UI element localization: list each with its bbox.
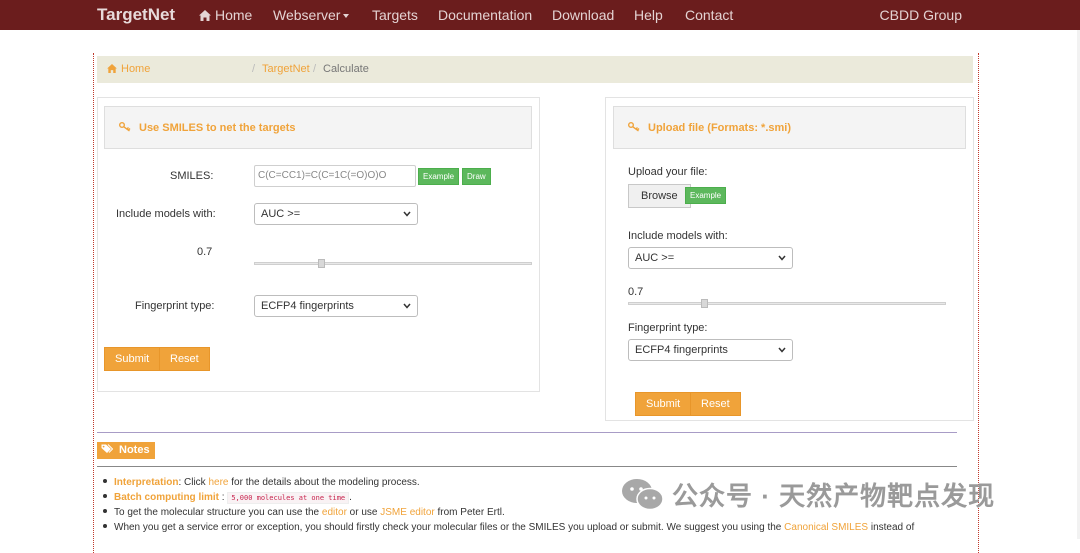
note-interpretation: Interpretation: Click here for the detai… bbox=[103, 477, 420, 488]
key-icon bbox=[119, 122, 131, 132]
nav-home[interactable]: Home bbox=[199, 7, 252, 23]
threshold-slider[interactable] bbox=[254, 262, 532, 265]
nav-contact[interactable]: Contact bbox=[685, 7, 733, 23]
brand-logo[interactable]: TargetNet bbox=[97, 5, 175, 25]
key-icon bbox=[628, 122, 640, 132]
smiles-panel-title: Use SMILES to net the targets bbox=[119, 122, 295, 134]
upload-models-label: Include models with: bbox=[628, 230, 728, 242]
smiles-example-button[interactable]: Example bbox=[418, 168, 460, 185]
note-text: instead of bbox=[868, 522, 915, 533]
upload-label: Upload your file: bbox=[628, 166, 708, 178]
upload-fingerprint-select[interactable]: ECFP4 fingerprints bbox=[628, 339, 793, 361]
divider bbox=[97, 466, 957, 467]
watermark-text: 公众号 · 天然产物靶点发现 bbox=[672, 481, 996, 511]
tags-icon bbox=[101, 444, 113, 453]
chevron-down-icon bbox=[778, 255, 786, 261]
watermark: 公众号 · 天然产物靶点发现 bbox=[620, 476, 995, 513]
canonical-smiles-link[interactable]: Canonical SMILES bbox=[784, 522, 868, 533]
upload-models-select-value: AUC >= bbox=[635, 252, 675, 264]
chevron-down-icon bbox=[778, 347, 786, 353]
note-batch-limit: Batch computing limit : 5,000 molecules … bbox=[103, 492, 352, 504]
notes-heading: Notes bbox=[97, 442, 155, 459]
upload-threshold-slider-handle[interactable] bbox=[701, 299, 709, 308]
bullet bbox=[103, 509, 107, 513]
breadcrumb-separator: / bbox=[313, 63, 317, 75]
note-interpretation-key: Interpretation bbox=[114, 477, 179, 488]
upload-example-button[interactable]: Example bbox=[685, 187, 727, 204]
divider bbox=[97, 432, 957, 433]
breadcrumb: Home / TargetNet / Calculate bbox=[97, 56, 973, 83]
breadcrumb-home-label: Home bbox=[121, 63, 151, 75]
fingerprint-select-value: ECFP4 fingerprints bbox=[261, 300, 354, 312]
home-icon bbox=[107, 64, 117, 73]
bullet bbox=[103, 494, 107, 498]
bullet bbox=[103, 479, 107, 483]
fingerprint-select[interactable]: ECFP4 fingerprints bbox=[254, 295, 418, 317]
nav-webserver-label: Webserver bbox=[273, 7, 341, 23]
threshold-slider-handle[interactable] bbox=[317, 259, 325, 268]
smiles-label: SMILES: bbox=[170, 170, 214, 182]
note-text: When you get a service error or exceptio… bbox=[114, 522, 785, 533]
smiles-submit-button[interactable]: Submit bbox=[104, 347, 161, 371]
nav-cbdd-group[interactable]: CBDD Group bbox=[880, 7, 962, 23]
nav-targets[interactable]: Targets bbox=[372, 7, 418, 23]
notes-heading-text: Notes bbox=[119, 444, 150, 456]
chevron-down-icon bbox=[403, 303, 411, 309]
note-text: for the details about the modeling proce… bbox=[228, 477, 420, 488]
nav-download[interactable]: Download bbox=[552, 7, 614, 23]
note-text: or use bbox=[346, 507, 381, 518]
models-select-value: AUC >= bbox=[261, 208, 301, 220]
smiles-input[interactable]: C(C=CC1)=C(C=1C(=O)O)O bbox=[254, 165, 416, 187]
caret-down-icon bbox=[343, 14, 350, 19]
smiles-panel-title-text: Use SMILES to net the targets bbox=[139, 122, 296, 134]
nav-home-label: Home bbox=[215, 7, 253, 23]
draw-button[interactable]: Draw bbox=[462, 168, 491, 185]
breadcrumb-current: Calculate bbox=[323, 63, 369, 75]
models-select[interactable]: AUC >= bbox=[254, 203, 418, 225]
note-text: To get the molecular structure you can u… bbox=[114, 507, 322, 518]
upload-fingerprint-select-value: ECFP4 fingerprints bbox=[635, 344, 728, 356]
breadcrumb-home[interactable]: Home bbox=[107, 63, 150, 75]
bullet bbox=[103, 524, 107, 528]
chevron-down-icon bbox=[403, 211, 411, 217]
upload-panel-title: Upload file (Formats: *.smi) bbox=[628, 122, 791, 134]
nav-webserver[interactable]: Webserver bbox=[273, 7, 350, 23]
here-link[interactable]: here bbox=[208, 477, 228, 488]
upload-fingerprint-label: Fingerprint type: bbox=[628, 322, 708, 334]
models-label: Include models with: bbox=[116, 208, 216, 220]
upload-submit-button[interactable]: Submit bbox=[635, 392, 692, 416]
home-icon bbox=[199, 10, 211, 21]
smiles-reset-button[interactable]: Reset bbox=[159, 347, 210, 371]
upload-panel-title-text: Upload file (Formats: *.smi) bbox=[648, 122, 792, 134]
jsme-editor-link[interactable]: JSME editor bbox=[380, 507, 434, 518]
note-text: . bbox=[349, 492, 352, 503]
breadcrumb-separator: / bbox=[252, 63, 256, 75]
note-editor: To get the molecular structure you can u… bbox=[103, 507, 505, 518]
nav-help[interactable]: Help bbox=[634, 7, 663, 23]
breadcrumb-targetnet[interactable]: TargetNet bbox=[262, 63, 310, 75]
browse-button[interactable]: Browse bbox=[628, 184, 691, 208]
note-batch-limit-key: Batch computing limit bbox=[114, 492, 219, 503]
upload-models-select[interactable]: AUC >= bbox=[628, 247, 793, 269]
wechat-icon bbox=[622, 479, 664, 511]
editor-link[interactable]: editor bbox=[322, 507, 347, 518]
fingerprint-label: Fingerprint type: bbox=[135, 300, 215, 312]
note-text: from Peter Ertl. bbox=[434, 507, 505, 518]
upload-threshold-slider[interactable] bbox=[628, 302, 946, 305]
upload-reset-button[interactable]: Reset bbox=[690, 392, 741, 416]
navbar: TargetNet Home Webserver Targets Documen… bbox=[0, 0, 1080, 30]
note-service-error: When you get a service error or exceptio… bbox=[103, 522, 914, 533]
upload-threshold-value: 0.7 bbox=[628, 286, 644, 298]
note-text: : Click bbox=[178, 477, 209, 488]
nav-documentation[interactable]: Documentation bbox=[438, 7, 532, 23]
threshold-value: 0.7 bbox=[197, 246, 213, 258]
batch-limit-code: 5,000 molecules at one time bbox=[227, 492, 350, 504]
